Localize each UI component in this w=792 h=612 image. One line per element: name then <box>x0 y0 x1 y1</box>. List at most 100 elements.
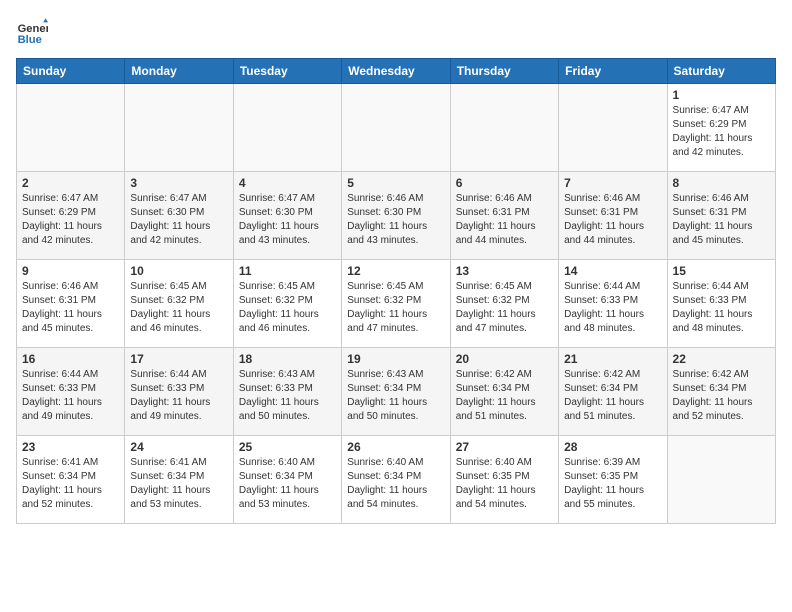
day-number: 22 <box>673 352 770 366</box>
day-info: Sunrise: 6:41 AM Sunset: 6:34 PM Dayligh… <box>22 456 119 512</box>
day-number: 21 <box>564 352 661 366</box>
day-number: 1 <box>673 88 770 102</box>
day-info: Sunrise: 6:45 AM Sunset: 6:32 PM Dayligh… <box>239 280 336 336</box>
calendar-cell <box>559 84 667 172</box>
day-number: 18 <box>239 352 336 366</box>
day-info: Sunrise: 6:43 AM Sunset: 6:34 PM Dayligh… <box>347 368 444 424</box>
day-info: Sunrise: 6:46 AM Sunset: 6:30 PM Dayligh… <box>347 192 444 248</box>
day-number: 13 <box>456 264 553 278</box>
day-info: Sunrise: 6:45 AM Sunset: 6:32 PM Dayligh… <box>456 280 553 336</box>
day-number: 2 <box>22 176 119 190</box>
day-number: 27 <box>456 440 553 454</box>
calendar-cell: 27 Sunrise: 6:40 AM Sunset: 6:35 PM Dayli… <box>450 436 558 524</box>
calendar-cell: 14 Sunrise: 6:44 AM Sunset: 6:33 PM Dayli… <box>559 260 667 348</box>
calendar-cell: 6Sunrise: 6:46 AM Sunset: 6:31 PM Daylig… <box>450 172 558 260</box>
week-row-4: 16 Sunrise: 6:44 AM Sunset: 6:33 PM Dayli… <box>17 348 776 436</box>
calendar-cell: 18 Sunrise: 6:43 AM Sunset: 6:33 PM Dayli… <box>233 348 341 436</box>
day-number: 8 <box>673 176 770 190</box>
day-number: 10 <box>130 264 227 278</box>
day-info: Sunrise: 6:42 AM Sunset: 6:34 PM Dayligh… <box>673 368 770 424</box>
calendar-table: SundayMondayTuesdayWednesdayThursdayFrid… <box>16 58 776 524</box>
calendar-cell: 8 Sunrise: 6:46 AM Sunset: 6:31 PM Daylig… <box>667 172 775 260</box>
logo: General Blue <box>16 16 52 48</box>
day-header-monday: Monday <box>125 59 233 84</box>
week-row-2: 2 Sunrise: 6:47 AM Sunset: 6:29 PM Daylig… <box>17 172 776 260</box>
calendar-cell: 17 Sunrise: 6:44 AM Sunset: 6:33 PM Dayli… <box>125 348 233 436</box>
day-info: Sunrise: 6:39 AM Sunset: 6:35 PM Dayligh… <box>564 456 661 512</box>
calendar-cell <box>17 84 125 172</box>
calendar-cell: 21 Sunrise: 6:42 AM Sunset: 6:34 PM Dayli… <box>559 348 667 436</box>
calendar-cell: 19Sunrise: 6:43 AM Sunset: 6:34 PM Dayli… <box>342 348 450 436</box>
day-info: Sunrise: 6:40 AM Sunset: 6:34 PM Dayligh… <box>239 456 336 512</box>
day-number: 14 <box>564 264 661 278</box>
day-number: 17 <box>130 352 227 366</box>
day-number: 6 <box>456 176 553 190</box>
day-number: 5 <box>347 176 444 190</box>
day-info: Sunrise: 6:45 AM Sunset: 6:32 PM Dayligh… <box>130 280 227 336</box>
calendar-cell: 26 Sunrise: 6:40 AM Sunset: 6:34 PM Dayli… <box>342 436 450 524</box>
day-info: Sunrise: 6:45 AM Sunset: 6:32 PM Dayligh… <box>347 280 444 336</box>
calendar-cell: 11 Sunrise: 6:45 AM Sunset: 6:32 PM Dayli… <box>233 260 341 348</box>
calendar-cell <box>450 84 558 172</box>
day-info: Sunrise: 6:46 AM Sunset: 6:31 PM Dayligh… <box>22 280 119 336</box>
day-info: Sunrise: 6:46 AM Sunset: 6:31 PM Dayligh… <box>673 192 770 248</box>
day-info: Sunrise: 6:40 AM Sunset: 6:35 PM Dayligh… <box>456 456 553 512</box>
day-number: 20 <box>456 352 553 366</box>
day-header-friday: Friday <box>559 59 667 84</box>
calendar-cell: 20Sunrise: 6:42 AM Sunset: 6:34 PM Dayli… <box>450 348 558 436</box>
calendar-cell: 10 Sunrise: 6:45 AM Sunset: 6:32 PM Dayli… <box>125 260 233 348</box>
calendar-cell <box>125 84 233 172</box>
day-number: 9 <box>22 264 119 278</box>
day-info: Sunrise: 6:44 AM Sunset: 6:33 PM Dayligh… <box>130 368 227 424</box>
day-number: 16 <box>22 352 119 366</box>
day-number: 15 <box>673 264 770 278</box>
calendar-cell: 4Sunrise: 6:47 AM Sunset: 6:30 PM Daylig… <box>233 172 341 260</box>
day-number: 23 <box>22 440 119 454</box>
calendar-cell: 25 Sunrise: 6:40 AM Sunset: 6:34 PM Dayli… <box>233 436 341 524</box>
day-info: Sunrise: 6:41 AM Sunset: 6:34 PM Dayligh… <box>130 456 227 512</box>
calendar-cell: 24 Sunrise: 6:41 AM Sunset: 6:34 PM Dayli… <box>125 436 233 524</box>
calendar-cell <box>667 436 775 524</box>
day-header-sunday: Sunday <box>17 59 125 84</box>
calendar-cell <box>233 84 341 172</box>
calendar-cell: 3 Sunrise: 6:47 AM Sunset: 6:30 PM Daylig… <box>125 172 233 260</box>
header-row: SundayMondayTuesdayWednesdayThursdayFrid… <box>17 59 776 84</box>
day-number: 28 <box>564 440 661 454</box>
day-info: Sunrise: 6:47 AM Sunset: 6:30 PM Dayligh… <box>130 192 227 248</box>
week-row-5: 23 Sunrise: 6:41 AM Sunset: 6:34 PM Dayli… <box>17 436 776 524</box>
calendar-cell: 12 Sunrise: 6:45 AM Sunset: 6:32 PM Dayli… <box>342 260 450 348</box>
day-number: 11 <box>239 264 336 278</box>
calendar-cell: 16 Sunrise: 6:44 AM Sunset: 6:33 PM Dayli… <box>17 348 125 436</box>
day-info: Sunrise: 6:44 AM Sunset: 6:33 PM Dayligh… <box>564 280 661 336</box>
calendar-cell: 9 Sunrise: 6:46 AM Sunset: 6:31 PM Daylig… <box>17 260 125 348</box>
svg-text:Blue: Blue <box>18 34 42 46</box>
day-info: Sunrise: 6:47 AM Sunset: 6:29 PM Dayligh… <box>673 104 770 160</box>
day-number: 26 <box>347 440 444 454</box>
week-row-3: 9 Sunrise: 6:46 AM Sunset: 6:31 PM Daylig… <box>17 260 776 348</box>
day-header-wednesday: Wednesday <box>342 59 450 84</box>
week-row-1: 1 Sunrise: 6:47 AM Sunset: 6:29 PM Daylig… <box>17 84 776 172</box>
day-info: Sunrise: 6:42 AM Sunset: 6:34 PM Dayligh… <box>564 368 661 424</box>
logo-icon: General Blue <box>16 16 48 48</box>
calendar-cell: 23 Sunrise: 6:41 AM Sunset: 6:34 PM Dayli… <box>17 436 125 524</box>
day-info: Sunrise: 6:44 AM Sunset: 6:33 PM Dayligh… <box>22 368 119 424</box>
calendar-cell <box>342 84 450 172</box>
day-info: Sunrise: 6:46 AM Sunset: 6:31 PM Dayligh… <box>564 192 661 248</box>
day-number: 12 <box>347 264 444 278</box>
day-info: Sunrise: 6:43 AM Sunset: 6:33 PM Dayligh… <box>239 368 336 424</box>
calendar-cell: 5 Sunrise: 6:46 AM Sunset: 6:30 PM Daylig… <box>342 172 450 260</box>
calendar-cell: 7Sunrise: 6:46 AM Sunset: 6:31 PM Daylig… <box>559 172 667 260</box>
calendar-cell: 2 Sunrise: 6:47 AM Sunset: 6:29 PM Daylig… <box>17 172 125 260</box>
day-number: 3 <box>130 176 227 190</box>
svg-text:General: General <box>18 23 48 35</box>
day-info: Sunrise: 6:44 AM Sunset: 6:33 PM Dayligh… <box>673 280 770 336</box>
day-header-tuesday: Tuesday <box>233 59 341 84</box>
day-number: 24 <box>130 440 227 454</box>
day-info: Sunrise: 6:47 AM Sunset: 6:30 PM Dayligh… <box>239 192 336 248</box>
day-number: 25 <box>239 440 336 454</box>
calendar-cell: 15 Sunrise: 6:44 AM Sunset: 6:33 PM Dayli… <box>667 260 775 348</box>
page-header: General Blue <box>16 16 776 48</box>
calendar-cell: 1 Sunrise: 6:47 AM Sunset: 6:29 PM Daylig… <box>667 84 775 172</box>
day-info: Sunrise: 6:40 AM Sunset: 6:34 PM Dayligh… <box>347 456 444 512</box>
day-info: Sunrise: 6:47 AM Sunset: 6:29 PM Dayligh… <box>22 192 119 248</box>
